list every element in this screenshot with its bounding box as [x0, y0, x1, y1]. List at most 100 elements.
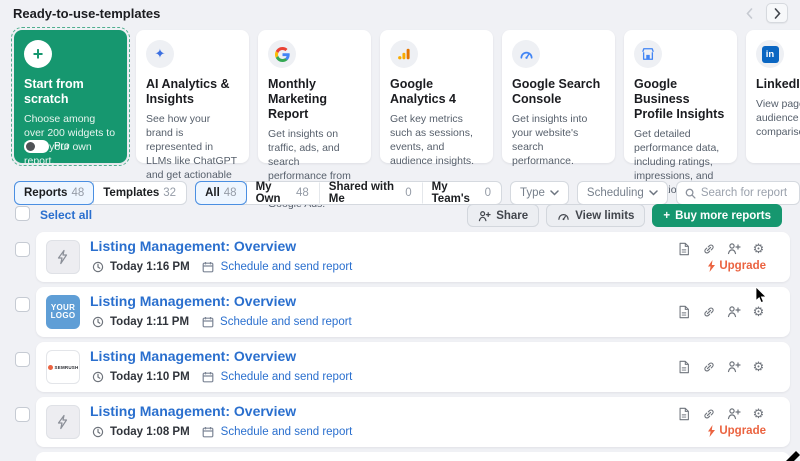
template-description: Get key metrics such as sessions, events… [390, 113, 483, 169]
tab-my-teams[interactable]: My Team's 0 [422, 182, 501, 204]
plus-icon: + [663, 210, 670, 222]
template-card-linkedin-pages[interactable]: in LinkedIn Pages View page audience met… [746, 30, 800, 163]
tab-reports[interactable]: Reports 48 [14, 181, 94, 205]
template-carousel: + Start from scratch Choose among over 2… [14, 30, 800, 163]
tab-count: 0 [485, 187, 491, 199]
chevron-down-icon [550, 190, 559, 196]
upgrade-link[interactable]: Upgrade [707, 425, 766, 437]
report-row[interactable]: Listing Management: Overview Today 1:16 … [36, 232, 790, 282]
list-toolbar: Share View limits + Buy more reports [467, 204, 782, 227]
ownership-tabs: All 48 My Own 48 Shared with Me 0 My Tea… [195, 181, 502, 205]
report-title-link[interactable]: Listing Management: Overview [90, 238, 296, 254]
semrush-logo-icon [48, 365, 53, 370]
gear-icon[interactable]: ⚙ [751, 406, 766, 421]
report-search [676, 181, 800, 205]
report-title-link[interactable]: Listing Management: Overview [90, 348, 296, 364]
clock-icon [90, 259, 105, 274]
person-add-icon[interactable] [726, 241, 741, 256]
type-dropdown[interactable]: Type [510, 181, 569, 205]
row-checkbox[interactable] [15, 352, 30, 367]
report-title-link[interactable]: Listing Management: Overview [90, 403, 296, 419]
report-row[interactable]: YOUR LOGO Listing Management: Overview T… [36, 287, 790, 337]
person-add-icon[interactable] [726, 304, 741, 319]
scheduling-dropdown[interactable]: Scheduling [577, 181, 668, 205]
plus-icon: + [24, 40, 52, 68]
tab-all[interactable]: All 48 [195, 181, 247, 205]
storefront-icon [641, 47, 655, 61]
carousel-prev-button[interactable] [738, 3, 760, 23]
gear-icon[interactable]: ⚙ [751, 241, 766, 256]
pro-toggle-label: Pro [54, 141, 70, 152]
report-timestamp: Today 1:16 PM [110, 261, 190, 273]
template-card-google-business-profile[interactable]: Google Business Profile Insights Get det… [624, 30, 737, 163]
mouse-cursor-partial [786, 451, 800, 461]
search-input[interactable] [701, 187, 791, 199]
view-limits-label: View limits [575, 210, 634, 222]
clock-icon [90, 369, 105, 384]
report-row[interactable]: SEMRUSH Listing Management: Overview Tod… [36, 342, 790, 392]
tab-label: Templates [103, 187, 159, 199]
template-card-monthly-marketing[interactable]: Monthly Marketing Report Get insights on… [258, 30, 371, 163]
calendar-icon [201, 424, 216, 439]
tab-shared-with-me[interactable]: Shared with Me 0 [319, 182, 422, 204]
link-icon[interactable] [701, 304, 716, 319]
report-title-link[interactable]: Listing Management: Overview [90, 293, 296, 309]
link-icon[interactable] [701, 359, 716, 374]
upgrade-link[interactable]: Upgrade [707, 260, 766, 272]
chevron-down-icon [649, 190, 658, 196]
report-row[interactable]: Listing Management: Overview Today 1:08 … [36, 397, 790, 447]
select-all-checkbox[interactable] [15, 206, 30, 221]
view-limits-button[interactable]: View limits [546, 204, 645, 227]
select-all-label[interactable]: Select all [40, 208, 92, 222]
buy-more-reports-button[interactable]: + Buy more reports [652, 204, 782, 227]
template-title: AI Analytics & Insights [146, 77, 239, 107]
person-add-icon[interactable] [726, 406, 741, 421]
template-card-google-search-console[interactable]: Google Search Console Get insights into … [502, 30, 615, 163]
template-card-ai-analytics[interactable]: ✦ AI Analytics & Insights See how your b… [136, 30, 249, 163]
export-pdf-icon[interactable] [676, 304, 691, 319]
row-checkbox[interactable] [15, 242, 30, 257]
schedule-send-link[interactable]: Schedule and send report [220, 316, 352, 328]
report-timestamp: Today 1:10 PM [110, 371, 190, 383]
schedule-send-link[interactable]: Schedule and send report [221, 261, 353, 273]
tab-label: All [205, 187, 220, 199]
person-add-icon[interactable] [726, 359, 741, 374]
export-pdf-icon[interactable] [676, 406, 691, 421]
report-timestamp: Today 1:08 PM [110, 426, 190, 438]
filter-bar: Reports 48 Templates 32 All 48 My Own 48… [14, 181, 800, 205]
template-card-google-analytics-4[interactable]: Google Analytics 4 Get key metrics such … [380, 30, 493, 163]
mouse-cursor [755, 287, 767, 304]
tab-count: 0 [405, 187, 411, 199]
lightning-icon [707, 260, 716, 272]
template-description: Get insights into your website's search … [512, 113, 605, 169]
template-card-start-from-scratch[interactable]: + Start from scratch Choose among over 2… [14, 30, 127, 163]
clock-icon [90, 314, 105, 329]
row-checkbox[interactable] [15, 407, 30, 422]
row-checkbox[interactable] [15, 297, 30, 312]
export-pdf-icon[interactable] [676, 241, 691, 256]
tab-count: 48 [296, 187, 309, 199]
tab-templates[interactable]: Templates 32 [93, 182, 186, 204]
report-row-partial [36, 452, 790, 461]
tab-label: Shared with Me [329, 181, 401, 205]
dropdown-label: Scheduling [587, 187, 644, 199]
tab-my-own[interactable]: My Own 48 [246, 182, 319, 204]
bar-chart-icon [397, 47, 411, 61]
schedule-send-link[interactable]: Schedule and send report [221, 371, 353, 383]
link-icon[interactable] [701, 241, 716, 256]
toggle-pill [24, 140, 49, 153]
export-pdf-icon[interactable] [676, 359, 691, 374]
template-title: Google Business Profile Insights [634, 77, 727, 122]
share-button[interactable]: Share [467, 204, 539, 227]
page-title: Ready-to-use-templates [13, 6, 160, 21]
carousel-next-button[interactable] [766, 3, 788, 23]
link-icon[interactable] [701, 406, 716, 421]
pro-toggle[interactable]: Pro [24, 140, 70, 153]
tab-count: 48 [224, 187, 237, 199]
lightning-icon [707, 425, 716, 437]
gear-icon[interactable]: ⚙ [751, 304, 766, 319]
gear-icon[interactable]: ⚙ [751, 359, 766, 374]
report-thumbnail-your-logo: YOUR LOGO [46, 295, 80, 329]
report-timestamp: Today 1:11 PM [110, 316, 189, 328]
schedule-send-link[interactable]: Schedule and send report [221, 426, 353, 438]
